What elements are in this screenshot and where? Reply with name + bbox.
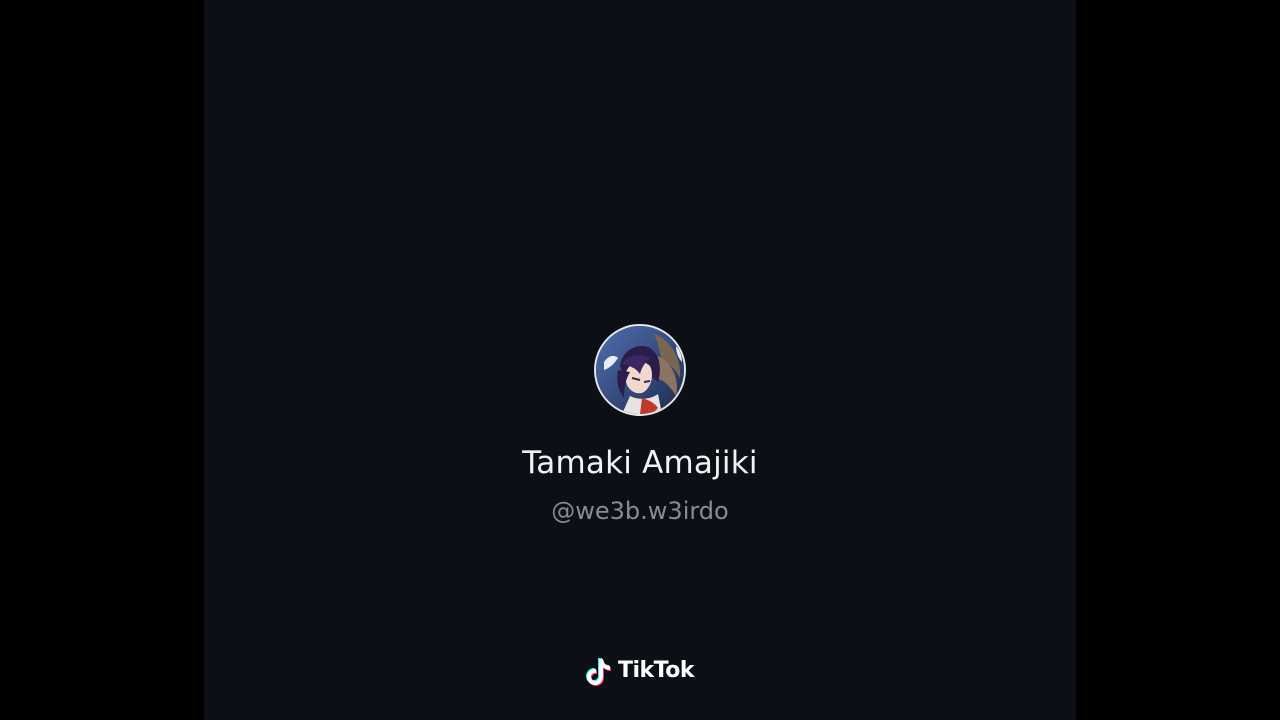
avatar	[594, 324, 686, 416]
tiktok-note-icon	[585, 656, 612, 686]
letterbox-left	[0, 0, 204, 720]
user-handle: @we3b.w3irdo	[551, 497, 729, 525]
tiktok-watermark: TikTok	[204, 654, 1076, 688]
display-name: Tamaki Amajiki	[522, 445, 758, 481]
letterbox-right	[1076, 0, 1280, 720]
anime-character-avatar-icon	[596, 326, 684, 414]
tiktok-brand-name: TikTok	[617, 658, 695, 683]
video-frame[interactable]: Tamaki Amajiki @we3b.w3irdo TikTok	[204, 0, 1076, 720]
